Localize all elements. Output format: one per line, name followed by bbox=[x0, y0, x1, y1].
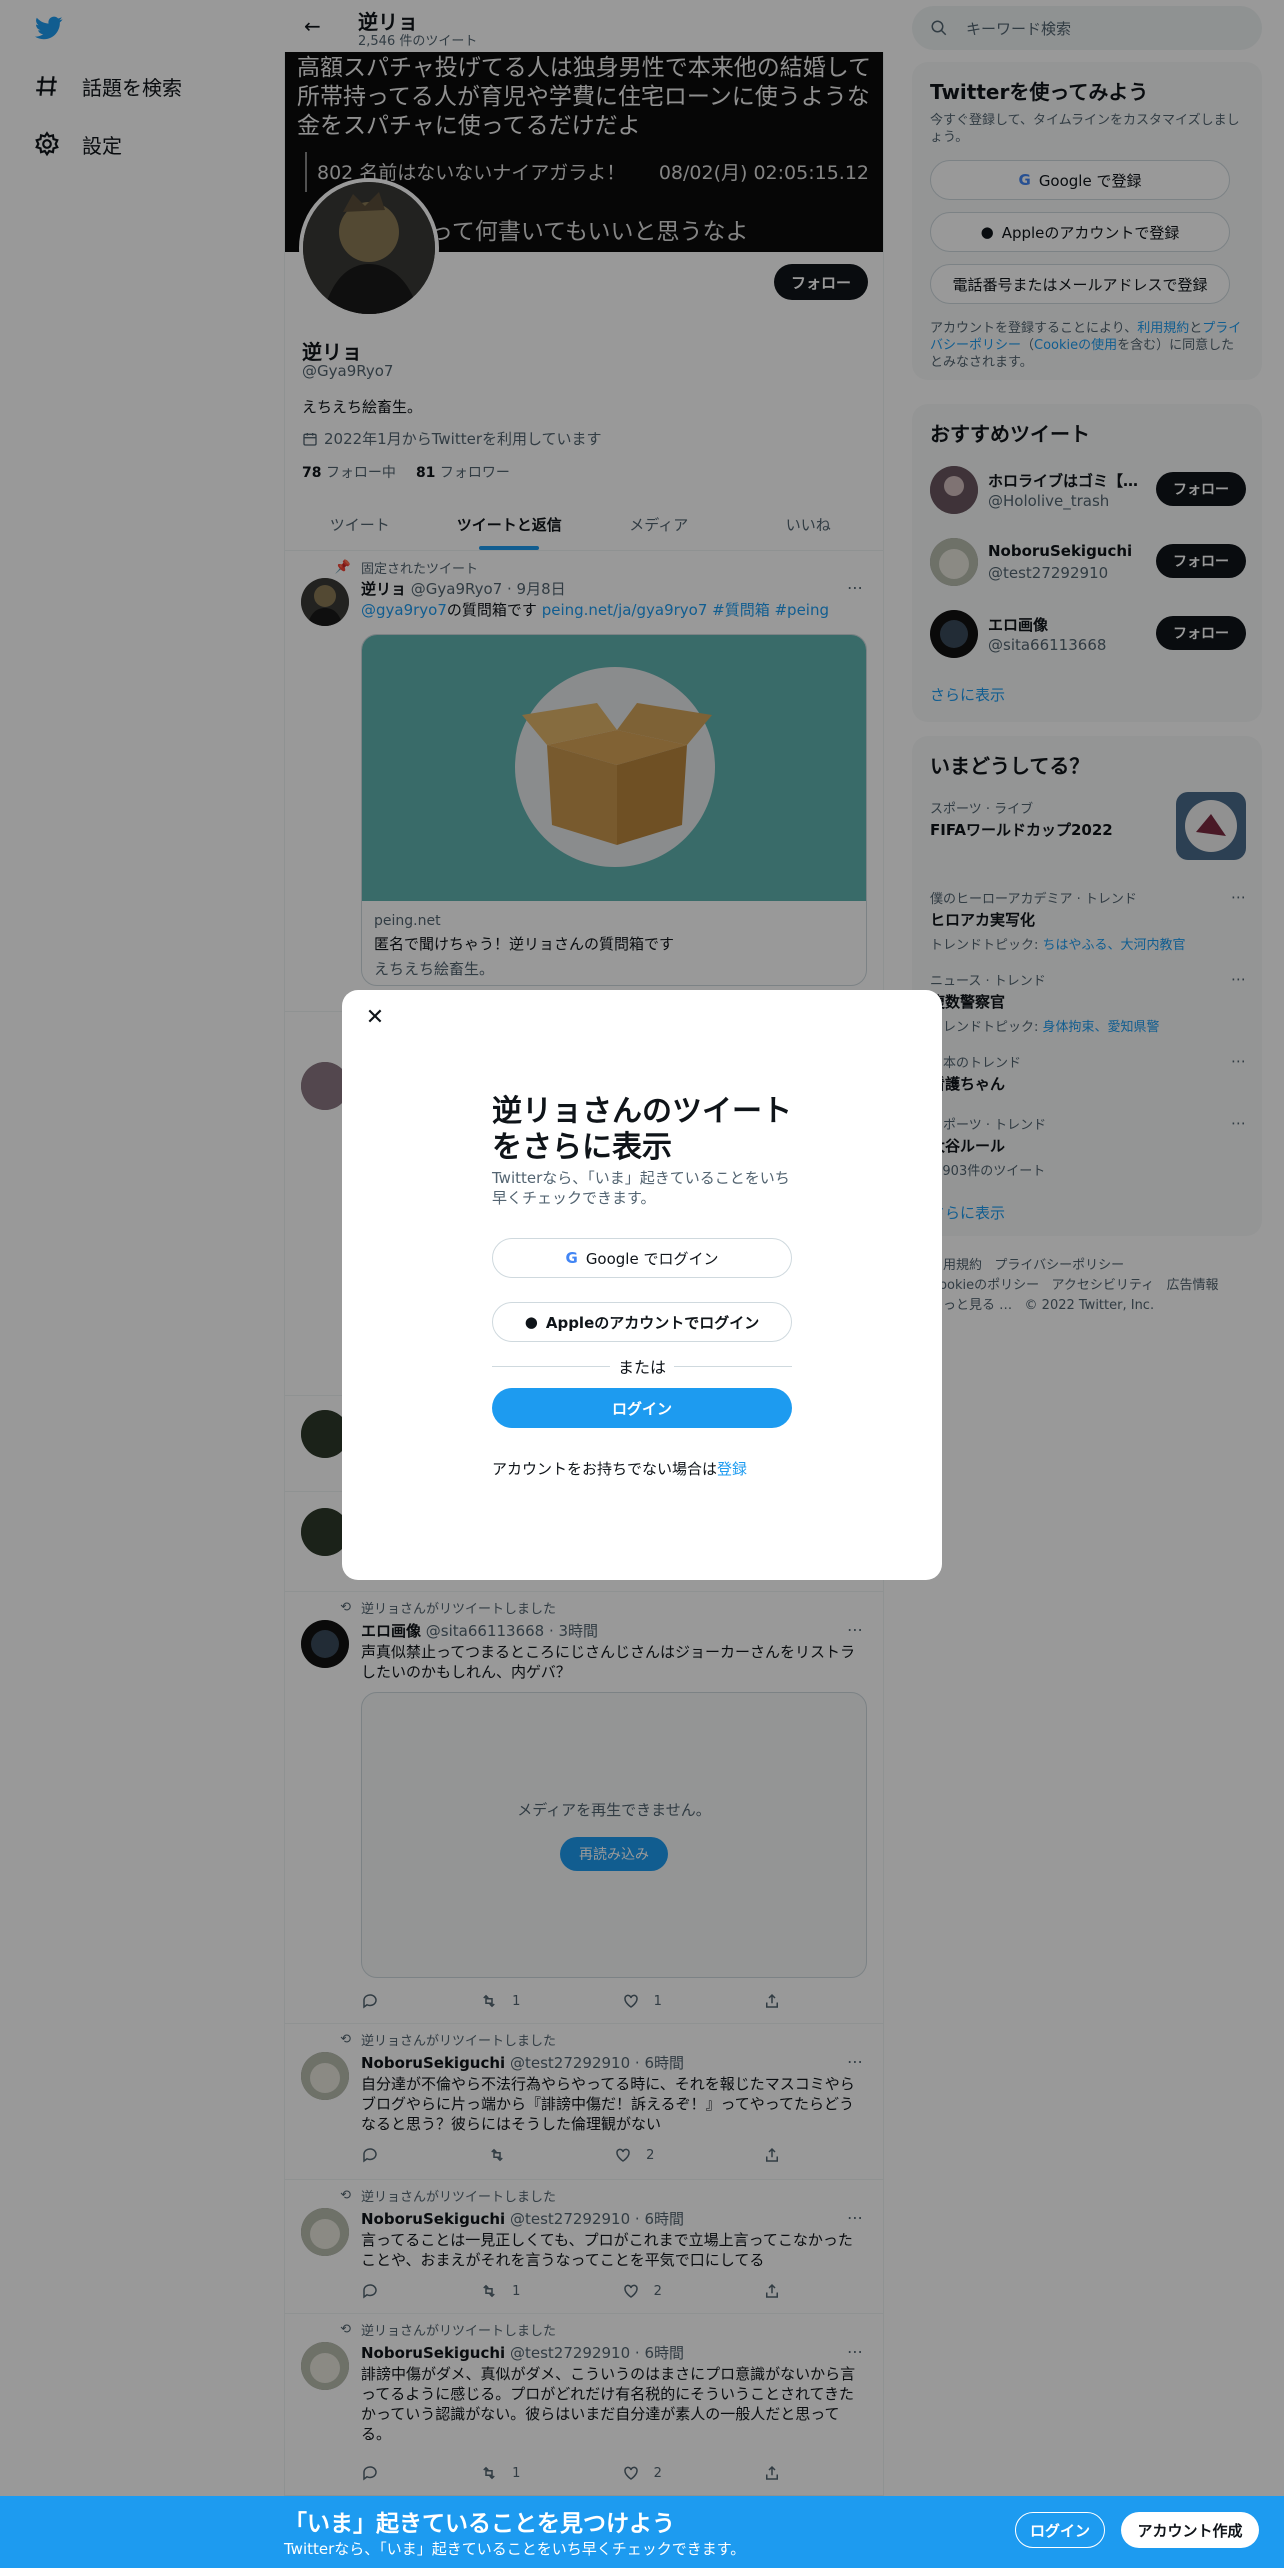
bottom-signup-bar: 「いま」起きていることを見つけよう Twitterなら、「いま」起きていることを… bbox=[0, 2496, 1284, 2568]
google-login-button[interactable]: G Google でログイン bbox=[492, 1238, 792, 1278]
register-link[interactable]: 登録 bbox=[717, 1460, 747, 1478]
modal-title: 逆リョさんのツイートをさらに表示 bbox=[492, 1094, 792, 1165]
bottom-bar-title: 「いま」起きていることを見つけよう bbox=[284, 2511, 675, 2537]
modal-subtitle: Twitterなら、「いま」起きていることをいち早くチェックできます。 bbox=[492, 1169, 790, 1207]
bottom-signup-button[interactable]: アカウント作成 bbox=[1121, 2512, 1259, 2548]
or-divider: または bbox=[492, 1354, 793, 1378]
bottom-bar-subtitle: Twitterなら、「いま」起きていることをいち早くチェックできます。 bbox=[284, 2540, 746, 2558]
login-modal: ✕ 逆リョさんのツイートをさらに表示 Twitterなら、「いま」起きていること… bbox=[342, 990, 942, 1580]
apple-login-button[interactable]: ● Appleのアカウントでログイン bbox=[492, 1302, 792, 1342]
close-icon[interactable]: ✕ bbox=[360, 1002, 390, 1032]
register-prompt: アカウントをお持ちでない場合は登録 bbox=[492, 1460, 748, 1478]
google-icon: G bbox=[565, 1249, 578, 1267]
apple-icon: ● bbox=[524, 1313, 538, 1331]
bottom-login-button[interactable]: ログイン bbox=[1015, 2512, 1105, 2548]
login-button[interactable]: ログイン bbox=[492, 1388, 792, 1428]
